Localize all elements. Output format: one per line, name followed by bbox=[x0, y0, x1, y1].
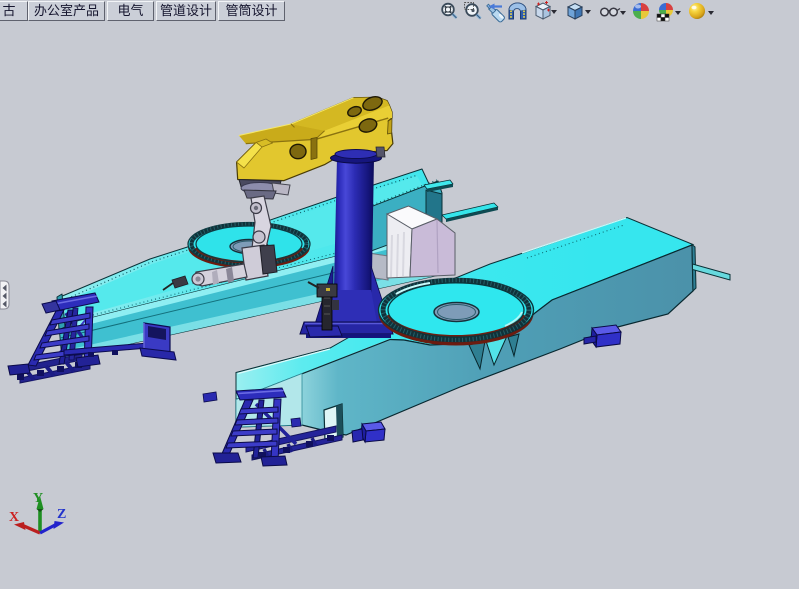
svg-text:Z: Z bbox=[57, 507, 66, 522]
svg-text:Y: Y bbox=[33, 491, 43, 506]
svg-text:X: X bbox=[9, 510, 19, 525]
